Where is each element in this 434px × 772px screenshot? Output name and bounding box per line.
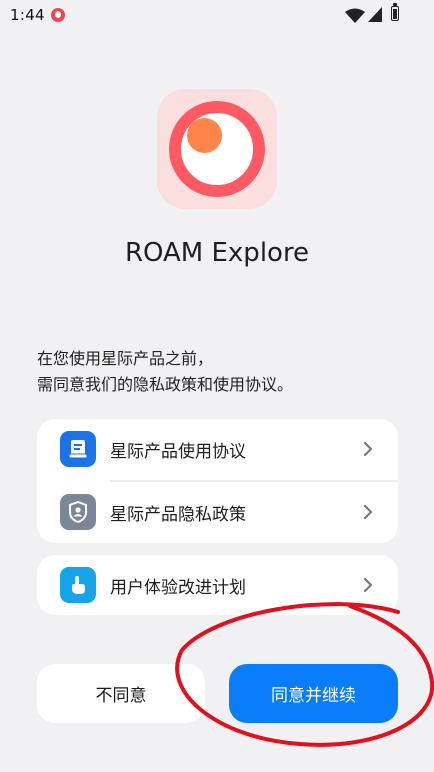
chevron-right-icon: [363, 504, 373, 520]
shield-user-icon: [60, 494, 96, 530]
intro-text: 在您使用星际产品之前， 需同意我们的隐私政策和使用协议。: [37, 346, 293, 398]
agreements-card: 星际产品使用协议 星际产品隐私政策: [37, 419, 398, 543]
privacy-policy-label: 星际产品隐私政策: [110, 504, 246, 525]
status-time: 1:44: [10, 6, 45, 24]
improvement-card: 用户体验改进计划: [37, 555, 398, 615]
privacy-policy-item[interactable]: 星际产品隐私政策: [37, 482, 398, 542]
intro-line-1: 在您使用星际产品之前，: [37, 349, 214, 368]
document-icon: [60, 431, 96, 467]
hand-tap-icon: [60, 567, 96, 603]
logo-ring: [169, 101, 265, 197]
signal-icon: [368, 7, 382, 22]
agree-continue-button[interactable]: 同意并继续: [229, 664, 398, 723]
status-bar: 1:44: [0, 0, 434, 32]
user-agreement-label: 星际产品使用协议: [110, 441, 246, 462]
intro-line-2: 需同意我们的隐私政策和使用协议。: [37, 375, 294, 394]
app-logo: [157, 89, 277, 209]
improvement-program-item[interactable]: 用户体验改进计划: [37, 555, 398, 615]
chevron-right-icon: [363, 441, 373, 457]
notification-icon: [51, 8, 65, 22]
chevron-right-icon: [363, 577, 373, 593]
battery-icon: [391, 3, 399, 21]
wifi-icon: [345, 8, 365, 23]
user-agreement-item[interactable]: 星际产品使用协议: [37, 419, 398, 479]
disagree-button[interactable]: 不同意: [37, 664, 205, 723]
improvement-program-label: 用户体验改进计划: [110, 577, 246, 598]
app-name: ROAM Explore: [124, 238, 310, 268]
logo-accent: [187, 118, 222, 153]
